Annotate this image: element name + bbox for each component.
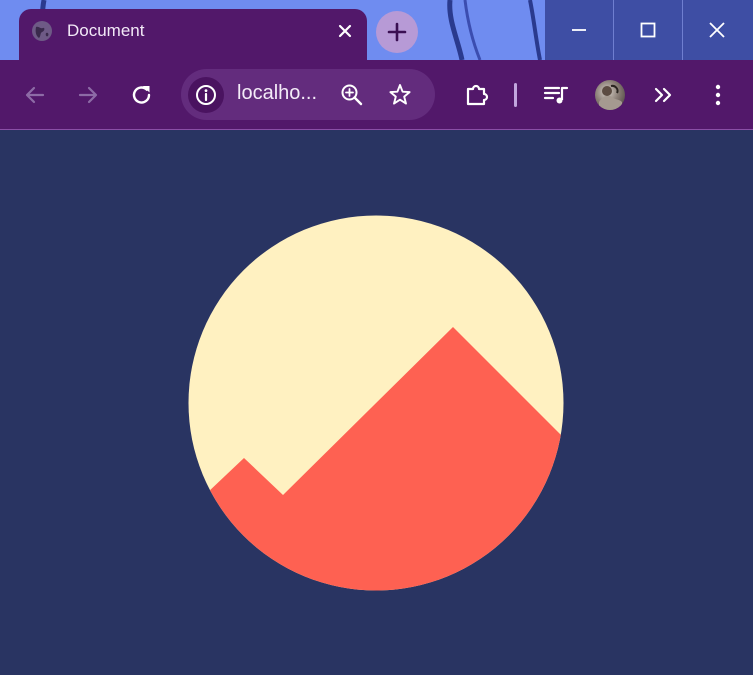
puzzle-icon xyxy=(466,84,489,106)
title-bar: Document xyxy=(0,0,753,60)
maximize-button[interactable] xyxy=(614,0,682,60)
arrow-right-icon xyxy=(78,86,98,104)
close-icon xyxy=(709,22,725,38)
new-tab-button[interactable] xyxy=(376,11,418,53)
tab-document[interactable]: Document xyxy=(19,9,367,60)
menu-button[interactable] xyxy=(704,81,732,109)
close-icon[interactable] xyxy=(335,21,355,41)
media-control-icon xyxy=(543,86,569,104)
zoom-in-icon[interactable] xyxy=(339,82,365,108)
minimize-button[interactable] xyxy=(545,0,613,60)
back-button[interactable] xyxy=(21,81,49,109)
toolbar-divider xyxy=(514,83,517,107)
site-info-button[interactable] xyxy=(188,77,224,113)
star-icon[interactable] xyxy=(387,82,413,108)
maximize-icon xyxy=(640,22,656,38)
forward-button[interactable] xyxy=(74,81,102,109)
arrow-left-icon xyxy=(25,86,45,104)
minimize-icon xyxy=(572,29,586,31)
address-bar[interactable]: localho... xyxy=(181,69,435,120)
window-close-button[interactable] xyxy=(683,0,753,60)
info-icon xyxy=(196,85,216,105)
plus-icon xyxy=(387,22,407,42)
globe-icon xyxy=(32,21,52,41)
url-text[interactable]: localho... xyxy=(237,82,327,105)
profile-photo xyxy=(599,84,622,110)
browser-toolbar: localho... xyxy=(0,60,753,130)
page-viewport xyxy=(0,130,753,675)
sun-mountain-illustration xyxy=(188,215,564,591)
extensions-button[interactable] xyxy=(463,80,491,108)
reload-button[interactable] xyxy=(128,81,156,109)
media-control-button[interactable] xyxy=(542,81,570,109)
tab-title: Document xyxy=(67,21,145,40)
chevron-double-right-icon xyxy=(654,87,672,103)
avatar[interactable] xyxy=(595,80,625,110)
reload-icon xyxy=(132,86,151,104)
overflow-button[interactable] xyxy=(650,81,678,109)
kebab-menu-icon xyxy=(715,84,721,106)
